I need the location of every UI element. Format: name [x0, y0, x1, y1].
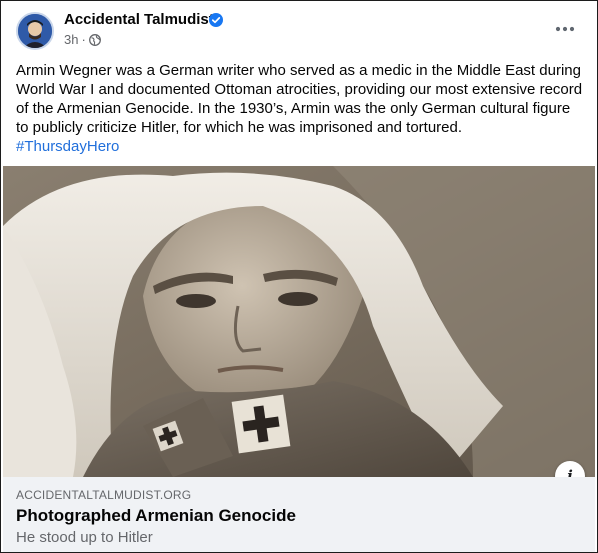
globe-icon[interactable] — [88, 33, 101, 46]
post-body: Armin Wegner was a German writer who ser… — [16, 62, 583, 136]
post-photo[interactable] — [3, 166, 595, 477]
post-header: Accidental Talmudist 3h · — [1, 1, 597, 57]
portrait-image — [3, 166, 595, 477]
link-domain: ACCIDENTALTALMUDIST.ORG — [16, 488, 192, 502]
post-card: Accidental Talmudist 3h · Armin Wegner w… — [0, 0, 598, 553]
meta-separator: · — [81, 32, 86, 47]
more-options-button[interactable] — [551, 15, 579, 43]
post-meta: 3h · — [64, 32, 101, 47]
hashtag-link[interactable]: #ThursdayHero — [16, 138, 119, 155]
link-subtitle: He stood up to Hitler — [16, 529, 153, 546]
verified-badge-icon — [209, 13, 223, 27]
author-avatar[interactable] — [16, 12, 54, 50]
link-title[interactable]: Photographed Armenian Genocide — [16, 506, 296, 526]
post-timestamp[interactable]: 3h — [64, 32, 78, 47]
author-name[interactable]: Accidental Talmudist — [64, 11, 214, 28]
more-options-icon — [555, 26, 575, 32]
post-text: Armin Wegner was a German writer who ser… — [16, 61, 586, 156]
link-preview[interactable]: ACCIDENTALTALMUDIST.ORG Photographed Arm… — [3, 477, 595, 552]
